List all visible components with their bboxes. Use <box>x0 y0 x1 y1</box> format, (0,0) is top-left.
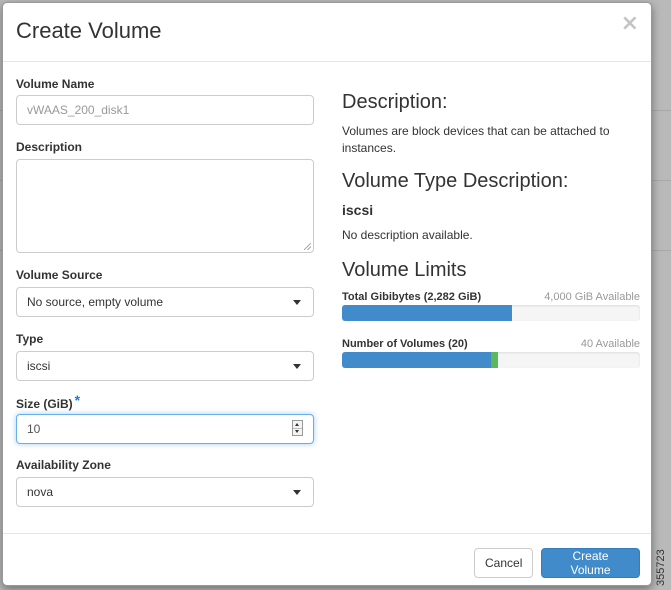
volumes-progress-fill <box>342 352 491 368</box>
chevron-down-icon <box>293 490 301 495</box>
create-volume-button[interactable]: Create Volume <box>541 548 640 578</box>
availability-zone-label: Availability Zone <box>16 458 111 472</box>
volume-source-label: Volume Source <box>16 268 103 282</box>
required-asterisk: * <box>74 392 81 408</box>
volumes-available: 40 Available <box>580 338 640 350</box>
size-label: Size (GiB) * <box>16 392 81 411</box>
modal-footer: Cancel Create Volume <box>3 533 651 585</box>
cancel-button[interactable]: Cancel <box>474 548 533 578</box>
volumes-label: Number of Volumes (20) <box>342 338 468 350</box>
volume-type-text: No description available. <box>342 228 473 242</box>
size-field <box>16 414 314 444</box>
type-value: iscsi <box>27 359 51 373</box>
create-volume-dialog: Create Volume × Volume Name Description … <box>2 2 652 586</box>
volume-type-heading: Volume Type Description: <box>342 170 569 192</box>
description-heading: Description: <box>342 91 448 113</box>
availability-zone-value: nova <box>27 485 54 499</box>
gibibytes-limit: Total Gibibytes (2,282 GiB) 4,000 GiB Av… <box>342 290 640 324</box>
volume-name-label: Volume Name <box>16 77 95 91</box>
description-text: Volumes are block devices that can be at… <box>342 124 610 155</box>
volume-source-select[interactable]: No source, empty volume <box>16 287 314 317</box>
gibibytes-label: Total Gibibytes (2,282 GiB) <box>342 291 482 303</box>
gibibytes-progress-fill <box>342 305 512 321</box>
close-icon[interactable]: × <box>621 13 639 35</box>
volume-source-value: No source, empty volume <box>27 295 164 309</box>
volume-limits-heading: Volume Limits <box>342 259 467 281</box>
size-label-text: Size (GiB) <box>16 397 73 411</box>
type-label: Type <box>16 332 44 346</box>
volumes-progress <box>342 352 640 368</box>
volume-name-input[interactable] <box>16 95 314 125</box>
description-textarea[interactable] <box>16 159 314 253</box>
modal-header: Create Volume × <box>3 3 651 62</box>
size-input[interactable] <box>16 414 314 444</box>
modal-title: Create Volume <box>16 18 162 43</box>
type-select[interactable]: iscsi <box>16 351 314 381</box>
spin-down-button[interactable] <box>293 428 302 435</box>
chevron-down-icon <box>293 300 301 305</box>
description-label: Description <box>16 140 83 154</box>
volumes-limit: Number of Volumes (20) 40 Available <box>342 337 640 371</box>
availability-zone-select[interactable]: nova <box>16 477 314 507</box>
chevron-down-icon <box>293 364 301 369</box>
figure-number: 355723 <box>655 549 667 586</box>
volumes-progress-new <box>491 352 499 368</box>
resize-grip-icon[interactable] <box>304 243 311 250</box>
gibibytes-progress <box>342 305 640 321</box>
spinner-icon[interactable] <box>292 420 303 436</box>
gibibytes-available: 4,000 GiB Available <box>544 291 640 303</box>
volume-type-name: iscsi <box>342 202 374 218</box>
